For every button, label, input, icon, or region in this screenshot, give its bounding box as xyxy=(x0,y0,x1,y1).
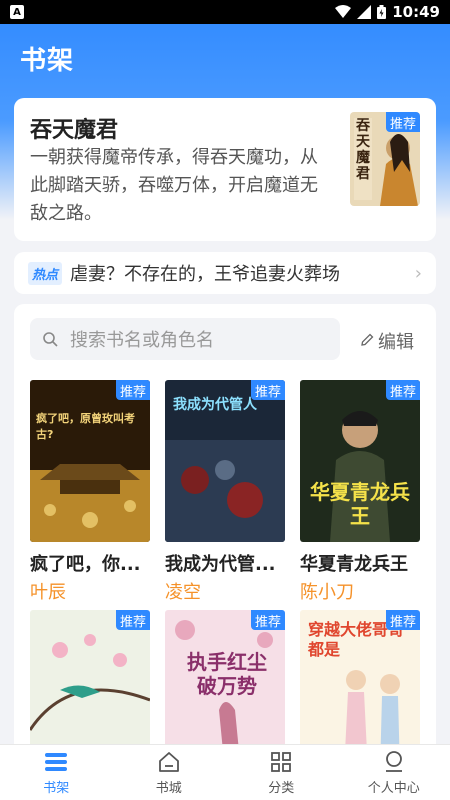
recommend-badge: 推荐 xyxy=(116,610,150,630)
nav-store[interactable]: 书城 xyxy=(113,745,226,800)
edit-label: 编辑 xyxy=(378,332,414,353)
bookshelf-icon xyxy=(44,749,68,775)
book-title: 我成为代管... xyxy=(165,554,276,575)
store-icon xyxy=(158,749,180,775)
profile-icon xyxy=(383,749,405,775)
recommend-badge: 推荐 xyxy=(386,380,420,400)
status-time: 10:49 xyxy=(392,3,440,21)
book-author: 陈小刀 xyxy=(300,582,354,603)
book-author: 凌空 xyxy=(165,582,201,603)
book-item[interactable]: 我成为代管人 推荐 我成为代管... 凌空 xyxy=(165,380,285,604)
nav-category[interactable]: 分类 xyxy=(225,745,338,800)
book-title: 华夏青龙兵王 xyxy=(300,554,408,575)
book-title: 疯了吧，你... xyxy=(30,554,141,575)
search-icon xyxy=(42,331,58,347)
recommend-badge: 推荐 xyxy=(386,610,420,630)
book-cover[interactable]: 我成为代管人 推荐 xyxy=(165,380,285,542)
nav-label: 书城 xyxy=(155,781,182,796)
app-notification-icon: A xyxy=(10,5,24,19)
chevron-right-icon: › xyxy=(414,262,422,284)
signal-icon xyxy=(357,5,372,19)
recommend-badge: 推荐 xyxy=(251,380,285,400)
bottom-nav: 书架 书城 分类 个人中心 xyxy=(0,744,450,800)
hot-topic-text: 虐妻？不存在的，王爷追妻火葬场 xyxy=(70,264,341,285)
bookshelf-panel: 搜索书名或角色名 编辑 疯了吧，原曾玫叫考古? 推荐 疯了吧，你... 叶辰 我… xyxy=(14,304,436,772)
book-author: 叶辰 xyxy=(30,582,66,603)
cover-title: 执手红尘破万势 xyxy=(187,650,267,698)
status-bar: A 10:49 xyxy=(0,0,450,24)
book-item[interactable]: 疯了吧，原曾玫叫考古? 推荐 疯了吧，你... 叶辰 xyxy=(30,380,150,604)
banner-description: 一朝获得魔帝传承，得吞天魔功，从此脚踏天骄，吞噬万体，开启魔道无敌之路。 xyxy=(30,147,318,224)
recommend-badge: 推荐 xyxy=(386,112,420,132)
book-cover[interactable]: 疯了吧，原曾玫叫考古? 推荐 xyxy=(30,380,150,542)
page-title: 书架 xyxy=(20,46,75,76)
nav-label: 书架 xyxy=(43,781,70,796)
pencil-icon xyxy=(360,331,374,352)
search-input[interactable]: 搜索书名或角色名 xyxy=(30,318,340,360)
hot-badge: 热点 xyxy=(28,261,63,285)
search-placeholder: 搜索书名或角色名 xyxy=(70,330,214,351)
nav-bookshelf[interactable]: 书架 xyxy=(0,745,113,800)
cover-title: 华夏青龙兵王 xyxy=(310,480,410,528)
cover-title: 疯了吧，原曾玫叫考古? xyxy=(36,412,135,441)
category-grid-icon xyxy=(270,749,292,775)
recommend-badge: 推荐 xyxy=(251,610,285,630)
book-item[interactable]: 华夏青龙兵王 推荐 华夏青龙兵王 陈小刀 xyxy=(300,380,420,604)
banner-cover-title: 吞天魔君 xyxy=(356,118,370,182)
edit-button[interactable]: 编辑 xyxy=(360,328,414,354)
banner-title: 吞天魔君 xyxy=(30,118,119,143)
nav-label: 分类 xyxy=(268,781,295,796)
book-cover[interactable]: 华夏青龙兵王 推荐 xyxy=(300,380,420,542)
banner-book-cover[interactable]: 吞天魔君 推荐 xyxy=(350,112,420,206)
hot-topic-bar[interactable]: 热点 虐妻？不存在的，王爷追妻火葬场 › xyxy=(14,252,436,294)
battery-icon xyxy=(377,5,387,19)
wifi-icon xyxy=(335,5,352,19)
featured-banner[interactable]: 吞天魔君 一朝获得魔帝传承，得吞天魔功，从此脚踏天骄，吞噬万体，开启魔道无敌之路… xyxy=(14,98,436,318)
nav-profile[interactable]: 个人中心 xyxy=(338,745,450,800)
nav-label: 个人中心 xyxy=(367,781,420,796)
recommend-badge: 推荐 xyxy=(116,380,150,400)
